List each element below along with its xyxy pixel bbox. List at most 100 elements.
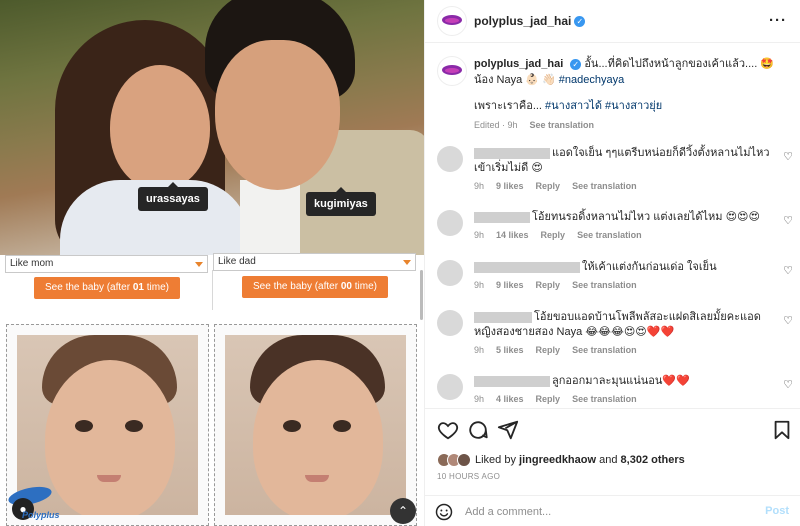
liked-by-label: Liked by	[475, 453, 520, 466]
divider	[212, 270, 213, 310]
chevron-down-icon	[403, 260, 411, 265]
caption-text: เพราะเราคือ...	[474, 100, 546, 112]
comment-likes[interactable]: 14 likes	[496, 230, 529, 240]
avatar[interactable]	[437, 210, 463, 236]
hashtag-link[interactable]: #nadechyaya	[559, 74, 624, 86]
photo-shape	[215, 40, 340, 190]
blurred-username	[474, 211, 530, 223]
reply-link[interactable]: Reply	[536, 394, 561, 404]
logo-shape	[445, 18, 459, 23]
user-tag-kugimiyas[interactable]: kugimiyas	[306, 187, 376, 216]
see-translation-link[interactable]: See translation	[572, 280, 637, 290]
photo-shape	[240, 180, 300, 255]
comment-meta: 9h 9 likes Reply See translation	[474, 278, 774, 293]
post-button[interactable]: Post	[765, 505, 789, 517]
comment-icon[interactable]	[467, 419, 489, 441]
heart-icon[interactable]: ♡	[783, 214, 793, 227]
like-select-right[interactable]: Like dad	[213, 253, 416, 271]
more-icon[interactable]: ···	[769, 12, 787, 29]
polyplus-logo: ● Polyplus	[4, 482, 60, 522]
comment-text: ลูกออกมาละมุนแน่นอน❤️❤️	[552, 375, 690, 387]
see-translation-link[interactable]: See translation	[577, 230, 642, 240]
avatar[interactable]	[437, 56, 467, 86]
heart-icon[interactable]	[437, 419, 459, 441]
share-icon[interactable]	[497, 419, 519, 441]
caption: polyplus_jad_hai ✓ อั้น...ที่คิดไปถึงหน้า…	[437, 56, 789, 133]
user-tag-urassayas[interactable]: urassayas	[138, 182, 208, 211]
like-select-left[interactable]: Like mom	[5, 255, 208, 273]
heart-icon[interactable]: ♡	[783, 378, 793, 391]
blurred-username	[474, 311, 532, 323]
header-username[interactable]: polyplus_jad_hai	[474, 14, 571, 28]
comment-body: โอ้ยขอบแอดบ้านโพลีพลัสอะแฝดสิเลยมั้ยคะแอ…	[474, 310, 774, 358]
see-translation-link[interactable]: See translation	[572, 181, 637, 191]
liker-avatars	[437, 453, 471, 467]
heart-icon[interactable]: ♡	[783, 264, 793, 277]
comment-likes[interactable]: 9 likes	[496, 280, 524, 290]
see-baby-button-left[interactable]: See the baby (after 01 time)	[34, 277, 180, 299]
liked-by-others[interactable]: 8,302 others	[621, 454, 685, 466]
emoji-icon[interactable]	[435, 503, 453, 521]
comment-body: ให้เค้าแต่งกันก่อนเด่อ ใจเย็น 9h 9 likes R…	[474, 260, 774, 293]
left-panel: urassayas kugimiyas Like mom Like dad Se…	[0, 0, 424, 526]
reply-link[interactable]: Reply	[536, 345, 561, 355]
comment-likes[interactable]: 5 likes	[496, 345, 524, 355]
chevron-up-icon[interactable]: ⌃	[390, 498, 416, 524]
hashtag-link[interactable]: #นางสาวยุ่ย	[605, 100, 662, 112]
photo-shape	[333, 420, 351, 432]
photo-shape	[45, 360, 175, 515]
comment-likes[interactable]: 9 likes	[496, 181, 524, 191]
see-translation-link[interactable]: See translation	[530, 120, 595, 130]
blurred-username	[474, 147, 550, 159]
avatar[interactable]	[437, 146, 463, 172]
comment-body: แอดใจเย็น ๆๆแตรีบหน่อยก็ดีวิ้งตั้งหลานไม…	[474, 146, 774, 194]
caption-username[interactable]: polyplus_jad_hai	[474, 58, 563, 70]
comment-item: ให้เค้าแต่งกันก่อนเด่อ ใจเย็น 9h 9 likes R…	[437, 260, 797, 293]
post-sidebar: polyplus_jad_hai ✓ ··· polyplus_jad_hai ✓ …	[424, 0, 800, 526]
liked-by-user[interactable]: jingreedkhaow	[519, 454, 596, 466]
reply-link[interactable]: Reply	[536, 181, 561, 191]
liked-by-label: and	[596, 453, 621, 466]
avatar[interactable]	[437, 310, 463, 336]
photo-shape	[110, 65, 210, 190]
see-baby-count: 01	[132, 282, 144, 293]
like-select-right-value: Like dad	[218, 256, 256, 267]
caption-body: polyplus_jad_hai ✓ อั้น...ที่คิดไปถึงหน้า…	[474, 56, 789, 133]
comment-item: โอ้ยทนรอดิ้งหลานไม่ไหว แต่งเลยได้ไหม 😍😍😍…	[437, 210, 797, 243]
hashtag-link[interactable]: #นางสาวได้	[545, 100, 602, 112]
bookmark-icon[interactable]	[771, 419, 793, 441]
reply-link[interactable]: Reply	[541, 230, 566, 240]
header-username-row: polyplus_jad_hai ✓	[474, 14, 586, 28]
post-header: polyplus_jad_hai ✓ ···	[425, 0, 800, 43]
photo-shape	[75, 420, 93, 432]
comment-meta: 9h 9 likes Reply See translation	[474, 179, 774, 194]
comment-meta: 9h 14 likes Reply See translation	[474, 228, 774, 243]
comment-text: โอ้ยทนรอดิ้งหลานไม่ไหว แต่งเลยได้ไหม 😍😍😍	[532, 211, 760, 223]
avatar[interactable]	[437, 260, 463, 286]
comment-item: โอ้ยขอบแอดบ้านโพลีพลัสอะแฝดสิเลยมั้ยคะแอ…	[437, 310, 797, 358]
avatar[interactable]	[437, 6, 467, 36]
avatar[interactable]	[437, 374, 463, 400]
caption-line-1: polyplus_jad_hai ✓ อั้น...ที่คิดไปถึงหน้า…	[474, 56, 789, 88]
see-translation-link[interactable]: See translation	[572, 394, 637, 404]
photo-shape	[125, 420, 143, 432]
comment-likes[interactable]: 4 likes	[496, 394, 524, 404]
reply-link[interactable]: Reply	[536, 280, 561, 290]
comment-time: 9h	[474, 394, 485, 404]
see-translation-link[interactable]: See translation	[572, 345, 637, 355]
verified-icon: ✓	[570, 58, 582, 70]
comment-time: 9h	[474, 280, 485, 290]
comment-text: ให้เค้าแต่งกันก่อนเด่อ ใจเย็น	[582, 261, 717, 273]
heart-icon[interactable]: ♡	[783, 150, 793, 163]
see-baby-count: 00	[340, 281, 352, 292]
see-baby-button-right[interactable]: See the baby (after 00 time)	[242, 276, 388, 298]
heart-icon[interactable]: ♡	[783, 314, 793, 327]
blurred-username	[474, 375, 550, 387]
comment-input[interactable]	[465, 503, 735, 521]
scrollbar[interactable]	[420, 270, 423, 320]
see-baby-label: See the baby (after	[253, 281, 341, 292]
chevron-down-icon	[195, 262, 203, 267]
liked-by: Liked by jingreedkhaow and 8,302 others	[437, 453, 685, 467]
baby-image	[225, 335, 406, 515]
photo-shape	[97, 475, 121, 482]
